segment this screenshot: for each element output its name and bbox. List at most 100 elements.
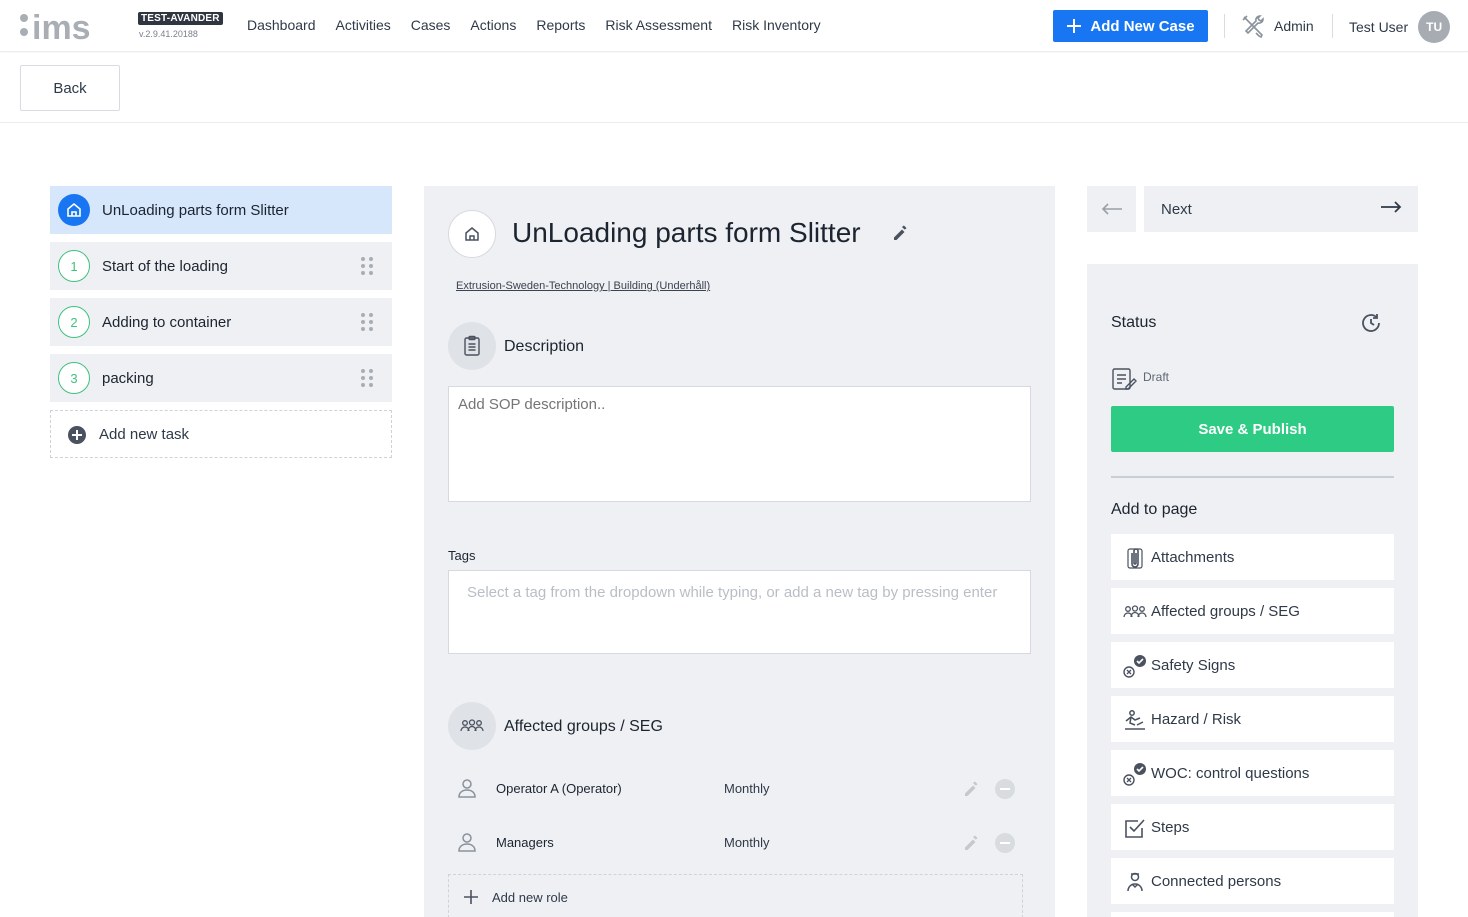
paperclip-icon (1127, 548, 1143, 569)
divider (1332, 14, 1333, 38)
divider (1224, 14, 1225, 38)
task-label: Start of the loading (102, 257, 228, 275)
user-name: Test User (1349, 19, 1409, 35)
add-hazard-risk-button[interactable]: Hazard / Risk (1111, 696, 1394, 742)
nav-reports[interactable]: Reports (536, 17, 585, 33)
nav-risk-inventory[interactable]: Risk Inventory (732, 17, 821, 33)
nav-risk-assessment[interactable]: Risk Assessment (605, 17, 712, 33)
add-new-case-button[interactable]: Add New Case (1053, 10, 1208, 42)
task-item-main[interactable]: UnLoading parts form Slitter (50, 186, 392, 234)
group-icon (1123, 605, 1147, 618)
arrow-left-icon (1101, 203, 1122, 215)
breadcrumb[interactable]: Extrusion-Sweden-Technology | Building (… (456, 280, 710, 292)
add-connected-persons-button[interactable]: Connected persons (1111, 858, 1394, 904)
tools-icon (1242, 15, 1264, 39)
group-icon (448, 702, 496, 750)
add-steps-button[interactable]: Steps (1111, 804, 1394, 850)
remove-icon[interactable] (995, 833, 1015, 853)
plus-icon (464, 890, 478, 904)
remove-icon[interactable] (995, 779, 1015, 799)
back-button[interactable]: Back (20, 65, 120, 111)
nav-actions[interactable]: Actions (470, 17, 516, 33)
role-row: Managers Monthly (448, 822, 1031, 862)
add-to-page-heading: Add to page (1111, 501, 1198, 518)
checkbox-icon (1125, 819, 1145, 838)
edit-icon[interactable] (962, 779, 982, 799)
add-new-case-label: Add New Case (1090, 17, 1195, 35)
role-frequency: Monthly (724, 834, 770, 850)
task-label: Adding to container (102, 313, 232, 331)
save-publish-button[interactable]: Save & Publish (1111, 406, 1394, 452)
task-label: UnLoading parts form Slitter (102, 201, 289, 219)
home-icon (58, 194, 90, 226)
main-nav: Dashboard Activities Cases Actions Repor… (247, 17, 821, 33)
add-new-role-button[interactable]: Add new role (448, 874, 1023, 917)
hazard-risk-label: Hazard / Risk (1151, 710, 1242, 728)
next-label: Next (1161, 201, 1192, 218)
divider (1111, 476, 1394, 478)
top-bar: ims TEST-AVANDER v.2.9.41.20188 Dashboar… (0, 0, 1468, 52)
add-new-task-button[interactable]: Add new task (50, 410, 392, 458)
affected-groups-label: Affected groups / SEG (1151, 602, 1300, 620)
drag-handle-icon[interactable] (360, 256, 374, 276)
task-item[interactable]: 1 Start of the loading (50, 242, 392, 290)
draft-icon (1112, 368, 1137, 390)
tags-input[interactable]: Select a tag from the dropdown while typ… (448, 570, 1031, 654)
person-icon (458, 779, 476, 798)
add-affected-groups-button[interactable]: Affected groups / SEG (1111, 588, 1394, 634)
plus-circle-icon (68, 426, 86, 444)
role-name: Managers (496, 834, 554, 850)
woc-control-questions-label: WOC: control questions (1151, 764, 1310, 782)
right-sidebar: Status Draft Save & Publish Add to page … (1087, 264, 1418, 917)
version-label: v.2.9.41.20188 (139, 29, 198, 39)
safety-signs-label: Safety Signs (1151, 656, 1236, 674)
affected-groups-heading: Affected groups / SEG (504, 718, 663, 735)
description-input[interactable] (448, 386, 1031, 502)
person-badge-icon (1127, 872, 1143, 892)
drag-handle-icon[interactable] (360, 368, 374, 388)
ims-logo[interactable]: ims (18, 12, 122, 42)
status-heading: Status (1111, 314, 1157, 331)
tags-label: Tags (448, 548, 476, 563)
arrow-right-icon (1381, 201, 1402, 213)
edit-title-icon[interactable] (891, 223, 911, 243)
person-icon (458, 833, 476, 852)
check-badge-icon (1123, 655, 1146, 678)
clipboard-icon (448, 322, 496, 370)
sub-bar: Back (0, 53, 1468, 123)
task-number: 3 (58, 362, 90, 394)
add-task-label: Add new task (99, 425, 190, 443)
task-item[interactable]: 2 Adding to container (50, 298, 392, 346)
nav-activities[interactable]: Activities (336, 17, 391, 33)
edit-icon[interactable] (962, 833, 982, 853)
add-safety-signs-button[interactable]: Safety Signs (1111, 642, 1394, 688)
add-woc-control-questions-button[interactable]: WOC: control questions (1111, 750, 1394, 796)
connected-persons-label: Connected persons (1151, 872, 1282, 890)
plus-icon (1067, 19, 1082, 33)
page-title: UnLoading parts form Slitter (512, 217, 861, 248)
task-number: 2 (58, 306, 90, 338)
nav-dashboard[interactable]: Dashboard (247, 17, 316, 33)
main-panel: UnLoading parts form Slitter Extrusion-S… (424, 186, 1055, 917)
steps-label: Steps (1151, 818, 1190, 836)
user-menu[interactable]: Test User TU (1349, 11, 1451, 43)
next-button[interactable]: Next (1144, 186, 1418, 232)
home-icon (448, 210, 496, 258)
description-heading: Description (504, 338, 585, 355)
add-attachments-button[interactable]: Attachments (1111, 534, 1394, 580)
drag-handle-icon[interactable] (360, 312, 374, 332)
role-frequency: Monthly (724, 780, 770, 796)
previous-button[interactable] (1087, 186, 1136, 232)
task-number: 1 (58, 250, 90, 282)
history-icon[interactable] (1359, 311, 1383, 335)
admin-label: Admin (1274, 18, 1314, 34)
hazard-icon (1125, 710, 1145, 730)
avatar: TU (1418, 11, 1451, 43)
task-item[interactable]: 3 packing (50, 354, 392, 402)
admin-button[interactable]: Admin (1240, 13, 1314, 39)
add-more-button[interactable] (1111, 912, 1394, 917)
nav-cases[interactable]: Cases (411, 17, 451, 33)
role-row: Operator A (Operator) Monthly (448, 768, 1031, 808)
role-name: Operator A (Operator) (496, 780, 622, 796)
svg-text:ims: ims (32, 12, 91, 42)
